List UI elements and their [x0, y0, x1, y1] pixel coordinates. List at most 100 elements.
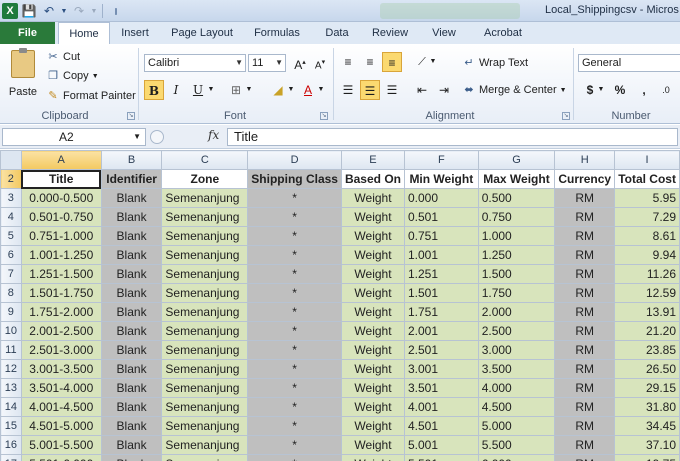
currency-dropdown-icon[interactable]: ▼ [596, 80, 606, 100]
borders-icon[interactable]: ⊞ [226, 80, 246, 100]
tab-review[interactable]: Review [364, 22, 416, 44]
cell-header-min-weight[interactable]: Min Weight [403, 169, 479, 189]
cell-currency[interactable]: RM [554, 226, 616, 246]
save-icon[interactable]: 💾 [20, 2, 38, 20]
cell-title[interactable]: 0.501-0.750 [20, 207, 102, 227]
cell-header-title[interactable]: Title [20, 169, 102, 189]
column-header[interactable]: H [554, 150, 616, 170]
italic-icon[interactable]: I [166, 80, 186, 100]
cell-min-weight[interactable]: 5.501 [403, 454, 479, 461]
cell-total-cost[interactable]: 19.75 [614, 454, 680, 461]
orientation-dropdown-icon[interactable]: ▼ [428, 52, 438, 72]
fill-color-icon[interactable]: ◢ [268, 80, 288, 100]
cell-min-weight[interactable]: 4.001 [403, 397, 479, 417]
cell-identifier[interactable]: Blank [100, 416, 163, 436]
cell-currency[interactable]: RM [554, 454, 616, 461]
cell-based-on[interactable]: Weight [340, 264, 405, 284]
cell-title[interactable]: 1.751-2.000 [20, 302, 102, 322]
cell-currency[interactable]: RM [554, 435, 616, 455]
cell-zone[interactable]: Semenanjung [161, 340, 249, 360]
cell-total-cost[interactable]: 8.61 [614, 226, 680, 246]
cell-identifier[interactable]: Blank [100, 435, 163, 455]
cell-total-cost[interactable]: 23.85 [614, 340, 680, 360]
row-header[interactable]: 5 [0, 226, 22, 246]
cell-total-cost[interactable]: 12.59 [614, 283, 680, 303]
cell-based-on[interactable]: Weight [340, 245, 405, 265]
align-left-icon[interactable]: ☰ [338, 80, 358, 100]
cell-shipping-class[interactable]: * [247, 378, 342, 398]
cell-header-based-on[interactable]: Based On [340, 169, 405, 189]
cell-header-currency[interactable]: Currency [554, 169, 616, 189]
cell-currency[interactable]: RM [554, 321, 616, 341]
name-box[interactable]: A2 ▼ [2, 128, 146, 146]
row-header[interactable]: 2 [0, 169, 22, 189]
cell-min-weight[interactable]: 2.001 [403, 321, 479, 341]
row-header[interactable]: 10 [0, 321, 22, 341]
cell-shipping-class[interactable]: * [247, 207, 342, 227]
cell-max-weight[interactable]: 5.000 [477, 416, 556, 436]
align-right-icon[interactable]: ☰ [382, 80, 402, 100]
cell-based-on[interactable]: Weight [340, 302, 405, 322]
cell-total-cost[interactable]: 9.94 [614, 245, 680, 265]
cell-min-weight[interactable]: 1.751 [403, 302, 479, 322]
excel-logo-icon[interactable]: X [2, 3, 18, 19]
cell-total-cost[interactable]: 34.45 [614, 416, 680, 436]
cell-zone[interactable]: Semenanjung [161, 264, 249, 284]
cell-identifier[interactable]: Blank [100, 454, 163, 461]
insert-function-icon[interactable]: fx [208, 128, 219, 142]
row-header[interactable]: 14 [0, 397, 22, 417]
fill-color-dropdown-icon[interactable]: ▼ [286, 80, 296, 100]
copy-button[interactable]: ❐ Copy ▼ [46, 67, 99, 85]
increase-indent-icon[interactable]: ⇥ [434, 80, 454, 100]
tab-data[interactable]: Data [316, 22, 358, 44]
cell-max-weight[interactable]: 0.500 [477, 188, 556, 208]
cell-currency[interactable]: RM [554, 264, 616, 284]
cell-based-on[interactable]: Weight [340, 207, 405, 227]
cell-title[interactable]: 2.001-2.500 [20, 321, 102, 341]
cell-zone[interactable]: Semenanjung [161, 359, 249, 379]
cell-title[interactable]: 3.001-3.500 [20, 359, 102, 379]
decrease-indent-icon[interactable]: ⇤ [412, 80, 432, 100]
cell-header-shipping-class[interactable]: Shipping Class [247, 169, 342, 189]
cell-based-on[interactable]: Weight [340, 188, 405, 208]
cell-title[interactable]: 0.751-1.000 [20, 226, 102, 246]
cell-based-on[interactable]: Weight [340, 359, 405, 379]
customize-toolbar-icon[interactable]: ⫾ [107, 2, 125, 20]
row-header[interactable]: 7 [0, 264, 22, 284]
cell-min-weight[interactable]: 1.001 [403, 245, 479, 265]
cell-based-on[interactable]: Weight [340, 321, 405, 341]
cell-zone[interactable]: Semenanjung [161, 283, 249, 303]
cell-identifier[interactable]: Blank [100, 340, 163, 360]
cell-title[interactable]: 3.501-4.000 [20, 378, 102, 398]
tab-view[interactable]: View [422, 22, 466, 44]
underline-icon[interactable]: U [188, 80, 208, 100]
cell-shipping-class[interactable]: * [247, 226, 342, 246]
borders-dropdown-icon[interactable]: ▼ [244, 80, 254, 100]
underline-dropdown-icon[interactable]: ▼ [206, 80, 216, 100]
cell-shipping-class[interactable]: * [247, 188, 342, 208]
column-header[interactable]: A [20, 150, 102, 170]
cell-currency[interactable]: RM [554, 207, 616, 227]
cell-title[interactable]: 4.501-5.000 [20, 416, 102, 436]
cell-min-weight[interactable]: 1.501 [403, 283, 479, 303]
cell-max-weight[interactable]: 1.250 [477, 245, 556, 265]
formula-input[interactable]: Title [227, 128, 678, 146]
clipboard-launcher-icon[interactable]: ↘ [127, 112, 135, 120]
cell-max-weight[interactable]: 3.000 [477, 340, 556, 360]
cell-max-weight[interactable]: 4.000 [477, 378, 556, 398]
cell-zone[interactable]: Semenanjung [161, 188, 249, 208]
row-header[interactable]: 16 [0, 435, 22, 455]
cell-min-weight[interactable]: 1.251 [403, 264, 479, 284]
number-format-combo[interactable]: General [578, 54, 680, 72]
font-color-dropdown-icon[interactable]: ▼ [316, 80, 326, 100]
cell-shipping-class[interactable]: * [247, 321, 342, 341]
cell-shipping-class[interactable]: * [247, 416, 342, 436]
cell-total-cost[interactable]: 31.80 [614, 397, 680, 417]
column-header[interactable]: E [340, 150, 405, 170]
cell-title[interactable]: 1.251-1.500 [20, 264, 102, 284]
cell-shipping-class[interactable]: * [247, 454, 342, 461]
cell-zone[interactable]: Semenanjung [161, 435, 249, 455]
align-top-icon[interactable]: ≡ [338, 52, 358, 72]
cell-based-on[interactable]: Weight [340, 416, 405, 436]
cell-currency[interactable]: RM [554, 378, 616, 398]
